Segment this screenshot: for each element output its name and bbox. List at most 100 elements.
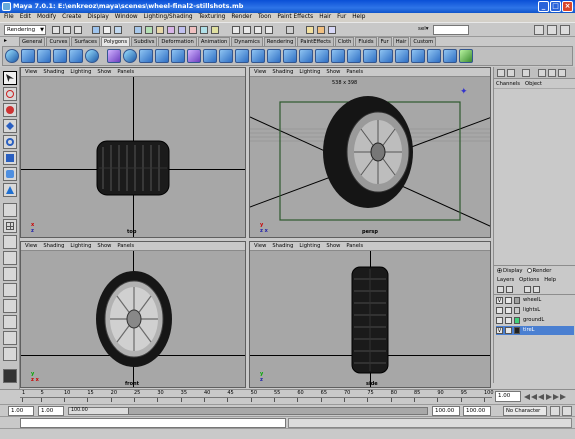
layer-template-toggle[interactable] bbox=[505, 307, 512, 314]
pane-menu-view[interactable]: View bbox=[25, 68, 37, 76]
playback-start-field[interactable]: 1.00 bbox=[38, 406, 64, 416]
shelf-menu-arrows[interactable]: ▸ bbox=[2, 37, 18, 46]
close-button[interactable]: × bbox=[562, 1, 573, 12]
pane-menu-view[interactable]: View bbox=[254, 242, 266, 250]
layer-row[interactable]: lightsL bbox=[496, 306, 574, 315]
viewport-side[interactable]: View Shading Lighting Show Panels yz sid… bbox=[249, 241, 491, 388]
poly-torus-icon[interactable] bbox=[85, 49, 99, 63]
maya-app-icon[interactable] bbox=[2, 2, 11, 11]
menu-modify[interactable]: Modify bbox=[37, 13, 56, 22]
poly-merge-icon[interactable] bbox=[267, 49, 281, 63]
open-scene-icon[interactable] bbox=[63, 26, 71, 34]
pane-menu-lighting[interactable]: Lighting bbox=[299, 68, 320, 76]
layout-uv-editor-icon[interactable] bbox=[3, 331, 17, 345]
snap-point-icon[interactable] bbox=[254, 26, 262, 34]
start-time-field[interactable]: 1.00 bbox=[8, 406, 34, 416]
go-to-start-icon[interactable] bbox=[524, 394, 530, 400]
poly-split-icon[interactable] bbox=[251, 49, 265, 63]
layout-outliner-persp-icon[interactable] bbox=[3, 235, 17, 249]
render-globals-icon[interactable] bbox=[328, 26, 336, 34]
playback-end-field[interactable]: 100.00 bbox=[432, 406, 460, 416]
menu-set-dropdown[interactable]: Rendering ▼ bbox=[4, 25, 46, 35]
poly-smooth-icon[interactable] bbox=[123, 49, 137, 63]
snap-curve-icon[interactable] bbox=[243, 26, 251, 34]
shelf-tab-fluids[interactable]: Fluids bbox=[355, 37, 377, 46]
menu-hair[interactable]: Hair bbox=[319, 13, 331, 22]
shelf-tab-fur[interactable]: Fur bbox=[377, 37, 392, 46]
mask-dynamics-icon[interactable] bbox=[189, 26, 197, 34]
layer-row[interactable]: V wheelL bbox=[496, 296, 574, 305]
poly-bevel-icon[interactable] bbox=[235, 49, 249, 63]
pane-menu-shading[interactable]: Shading bbox=[272, 242, 293, 250]
poly-cube-icon[interactable] bbox=[21, 49, 35, 63]
render-icon[interactable] bbox=[306, 26, 314, 34]
menu-file[interactable]: File bbox=[4, 13, 14, 22]
poly-extract-icon[interactable] bbox=[395, 49, 409, 63]
viewport-canvas[interactable]: yz side bbox=[250, 251, 490, 387]
poly-append-icon[interactable] bbox=[299, 49, 313, 63]
attribute-editor-toggle-icon[interactable] bbox=[534, 25, 544, 35]
select-hierarchy-icon[interactable] bbox=[92, 26, 100, 34]
menu-lighting-shading[interactable]: Lighting/Shading bbox=[144, 13, 193, 22]
poly-boolean-intersection-icon[interactable] bbox=[171, 49, 185, 63]
time-slider[interactable]: 1 5 10 15 20 25 30 35 40 45 50 55 60 65 70 75 80 85 90 95 10… bbox=[0, 389, 575, 404]
move-layer-up-icon[interactable] bbox=[497, 286, 504, 293]
pane-menu-lighting[interactable]: Lighting bbox=[70, 68, 91, 76]
save-scene-icon[interactable] bbox=[74, 26, 82, 34]
poly-duplicate-face-icon[interactable] bbox=[379, 49, 393, 63]
display-layer-radio[interactable]: Display bbox=[497, 266, 523, 277]
shelf-tab-cloth[interactable]: Cloth bbox=[334, 37, 355, 46]
shelf-tab-deformation[interactable]: Deformation bbox=[158, 37, 197, 46]
pane-menu-lighting[interactable]: Lighting bbox=[299, 242, 320, 250]
poly-combine-icon[interactable] bbox=[107, 49, 121, 63]
layer-menu-help[interactable]: Help bbox=[544, 276, 556, 285]
tool-settings-toggle-icon[interactable] bbox=[547, 25, 557, 35]
go-to-end-icon[interactable] bbox=[560, 394, 566, 400]
channel-box-toggle-icon[interactable] bbox=[560, 25, 570, 35]
layer-visibility-toggle[interactable] bbox=[496, 307, 503, 314]
poly-cylinder-icon[interactable] bbox=[37, 49, 51, 63]
shelf-tab-animation[interactable]: Animation bbox=[197, 37, 231, 46]
quick-selection-input[interactable] bbox=[433, 25, 469, 35]
pane-menu-view[interactable]: View bbox=[254, 68, 266, 76]
cb-layer2-icon[interactable] bbox=[548, 69, 556, 77]
layer-color-swatch[interactable] bbox=[514, 297, 520, 304]
shelf-tab-custom[interactable]: Custom bbox=[410, 37, 437, 46]
layer-menu-options[interactable]: Options bbox=[519, 276, 539, 285]
pane-menu-panels[interactable]: Panels bbox=[117, 68, 134, 76]
pane-menu-lighting[interactable]: Lighting bbox=[70, 242, 91, 250]
minimize-button[interactable]: _ bbox=[538, 1, 549, 12]
rotate-tool-icon[interactable] bbox=[3, 135, 17, 149]
anim-prefs-icon[interactable] bbox=[562, 406, 572, 416]
menu-toon[interactable]: Toon bbox=[258, 13, 271, 22]
layer-row[interactable]: V tireL bbox=[496, 326, 574, 335]
pane-menu-shading[interactable]: Shading bbox=[272, 68, 293, 76]
range-slider-bar[interactable]: 100.00 bbox=[68, 407, 428, 415]
pane-menu-show[interactable]: Show bbox=[97, 242, 111, 250]
pane-menu-show[interactable]: Show bbox=[97, 68, 111, 76]
layer-visibility-toggle[interactable]: V bbox=[496, 297, 503, 304]
render-layer-radio[interactable]: Render bbox=[526, 266, 551, 277]
cb-menu-channels[interactable]: Channels bbox=[496, 80, 520, 88]
auto-key-toggle-icon[interactable] bbox=[550, 406, 560, 416]
viewport-persp[interactable]: View Shading Lighting Show Panels 538 x … bbox=[249, 67, 491, 238]
layer-template-toggle[interactable] bbox=[505, 297, 512, 304]
layer-color-swatch[interactable] bbox=[514, 327, 520, 334]
mask-surfaces-icon[interactable] bbox=[167, 26, 175, 34]
ipr-render-icon[interactable] bbox=[317, 26, 325, 34]
layer-template-toggle[interactable] bbox=[505, 317, 512, 324]
pane-menu-view[interactable]: View bbox=[25, 242, 37, 250]
paint-select-tool-icon[interactable] bbox=[3, 103, 17, 117]
shelf-tab-general[interactable]: General bbox=[19, 37, 46, 46]
new-empty-layer-icon[interactable] bbox=[524, 286, 531, 293]
poly-sphere-icon[interactable] bbox=[5, 49, 19, 63]
layer-color-swatch[interactable] bbox=[514, 307, 520, 314]
shelf-tab-surfaces[interactable]: Surfaces bbox=[71, 37, 100, 46]
poly-boolean-difference-icon[interactable] bbox=[155, 49, 169, 63]
time-slider-track[interactable] bbox=[20, 397, 492, 404]
pane-menu-shading[interactable]: Shading bbox=[43, 68, 64, 76]
poly-planar-map-icon[interactable] bbox=[459, 49, 473, 63]
menu-texturing[interactable]: Texturing bbox=[199, 13, 226, 22]
mask-handles-icon[interactable] bbox=[134, 26, 142, 34]
poly-poke-icon[interactable] bbox=[347, 49, 361, 63]
